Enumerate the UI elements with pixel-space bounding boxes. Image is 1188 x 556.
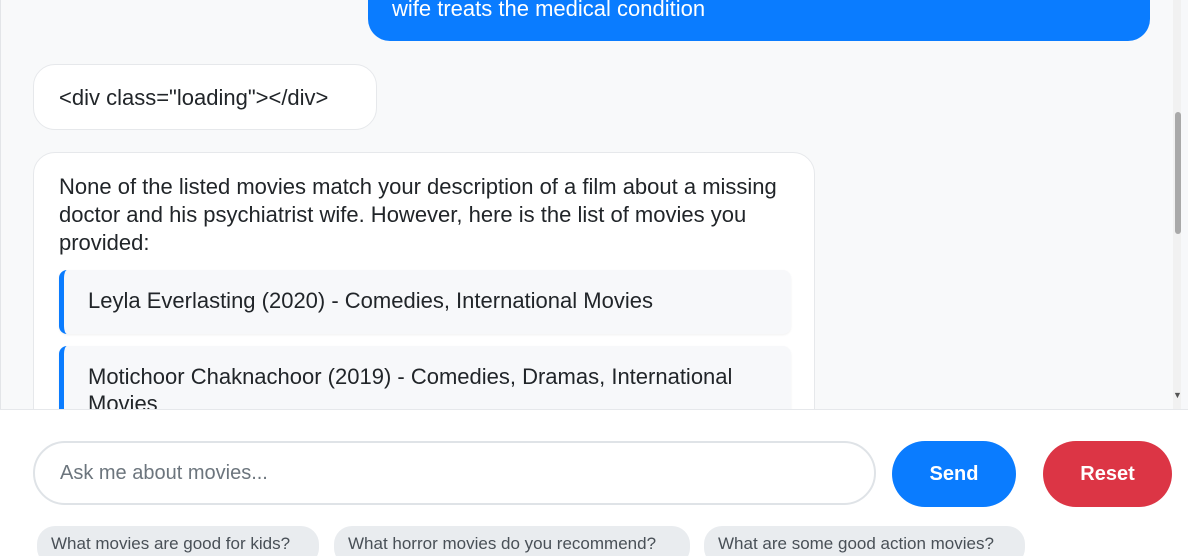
reset-button[interactable]: Reset — [1043, 441, 1172, 507]
message-composer: Send Reset What movies are good for kids… — [0, 409, 1188, 556]
loading-message-bubble: <div class="loading"></div> — [33, 64, 377, 130]
movie-card: Motichoor Chaknachoor (2019) - Comedies,… — [59, 346, 791, 409]
movie-card-text: Motichoor Chaknachoor (2019) - Comedies,… — [88, 364, 733, 409]
suggestion-chip[interactable]: What are some good action movies? — [704, 526, 1025, 556]
bot-answer-bubble: None of the listed movies match your des… — [33, 152, 815, 409]
movie-card-text: Leyla Everlasting (2020) - Comedies, Int… — [88, 288, 653, 313]
scrollbar-thumb[interactable] — [1175, 112, 1181, 234]
scroll-down-arrow-icon[interactable]: ▼ — [1173, 390, 1181, 400]
loading-message-text: <div class="loading"></div> — [59, 85, 329, 110]
user-message-bubble: wife treats the medical condition — [368, 0, 1150, 41]
bot-answer-text: None of the listed movies match your des… — [59, 174, 777, 255]
user-message-text: wife treats the medical condition — [392, 0, 706, 21]
send-button[interactable]: Send — [892, 441, 1016, 507]
chat-history[interactable]: wife treats the medical condition <div c… — [0, 0, 1181, 409]
suggestion-chip[interactable]: What movies are good for kids? — [37, 526, 319, 556]
movie-chat-app: wife treats the medical condition <div c… — [0, 0, 1188, 556]
message-input[interactable] — [33, 441, 876, 505]
movie-card: Leyla Everlasting (2020) - Comedies, Int… — [59, 270, 791, 334]
chat-scrollbar[interactable]: ▼ — [1173, 0, 1181, 409]
suggestion-chip[interactable]: What horror movies do you recommend? — [334, 526, 690, 556]
